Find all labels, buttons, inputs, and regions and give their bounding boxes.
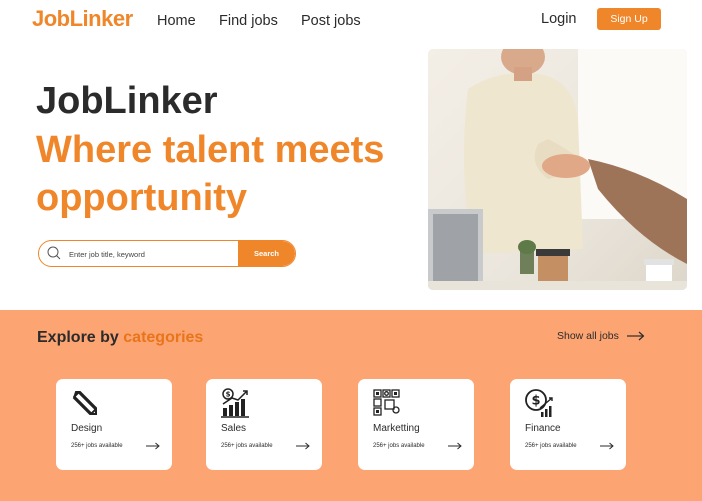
arrow-right-icon[interactable]	[600, 442, 614, 450]
nav-find-jobs[interactable]: Find jobs	[219, 13, 278, 29]
nav-home[interactable]: Home	[157, 13, 196, 29]
category-card-design[interactable]: Design 256+ jobs available	[56, 379, 172, 470]
categories-heading-prefix: Explore by	[37, 329, 119, 346]
signup-button[interactable]: Sign Up	[597, 8, 661, 30]
login-link[interactable]: Login	[541, 11, 576, 27]
handshake-illustration	[428, 49, 687, 290]
category-count: 256+ jobs available	[373, 443, 425, 449]
arrow-right-icon[interactable]	[448, 442, 462, 450]
finance-icon: $	[525, 389, 553, 417]
categories-heading-accent: categories	[123, 329, 204, 346]
arrow-right-icon[interactable]	[146, 442, 160, 450]
category-count: 256+ jobs available	[71, 443, 123, 449]
design-tools-icon	[72, 390, 98, 416]
search-input[interactable]	[69, 245, 239, 263]
hero-title: JobLinker	[36, 80, 218, 122]
show-all-jobs-label: Show all jobs	[557, 330, 619, 342]
hero-handshake-image	[428, 49, 687, 290]
svg-text:$: $	[226, 391, 231, 399]
category-card-sales[interactable]: $ Sales 256+ jobs available	[206, 379, 322, 470]
sales-chart-icon: $	[221, 388, 249, 418]
category-name: Sales	[221, 423, 247, 434]
nav-post-jobs[interactable]: Post jobs	[301, 13, 361, 29]
search-button[interactable]: Search	[238, 241, 295, 266]
hero-tagline: Where talent meets opportunity	[36, 129, 385, 219]
category-count: 256+ jobs available	[525, 443, 577, 449]
category-name: Finance	[525, 423, 561, 434]
arrow-right-icon	[626, 331, 645, 341]
categories-section: Explore by categories Show all jobs Desi…	[0, 310, 702, 501]
category-name: Marketting	[373, 423, 420, 434]
marketing-icon	[373, 389, 400, 416]
arrow-right-icon[interactable]	[296, 442, 310, 450]
search-bar: Search	[38, 240, 296, 267]
brand-logo[interactable]: JobLinker	[32, 6, 133, 32]
categories-heading: Explore by categories	[37, 329, 203, 347]
category-card-marketting[interactable]: Marketting 256+ jobs available	[358, 379, 474, 470]
svg-text:$: $	[531, 394, 540, 409]
search-icon	[47, 246, 61, 260]
category-name: Design	[71, 423, 103, 434]
category-count: 256+ jobs available	[221, 443, 273, 449]
category-card-finance[interactable]: $ Finance 256+ jobs available	[510, 379, 626, 470]
show-all-jobs-link[interactable]: Show all jobs	[557, 330, 645, 342]
